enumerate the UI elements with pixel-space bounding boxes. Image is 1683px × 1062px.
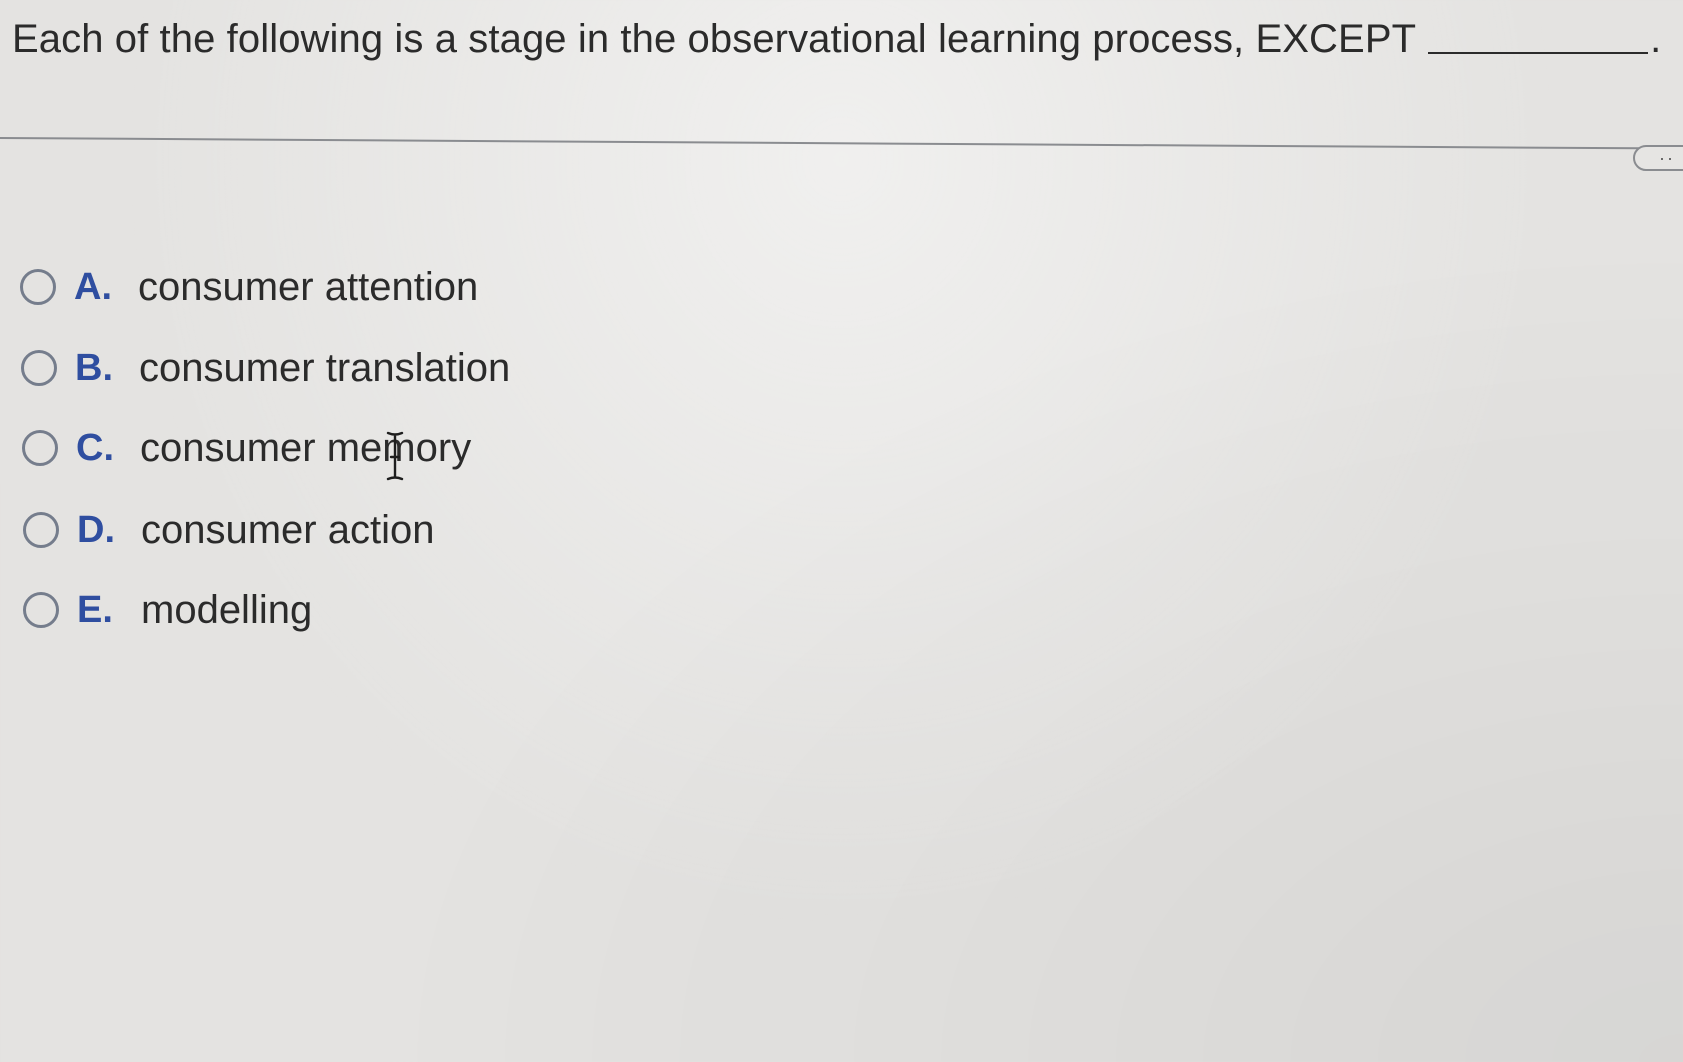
radio-button-b[interactable] [21,350,57,386]
question-text: Each of the following is a stage in the … [12,12,1661,64]
radio-button-c[interactable] [22,430,58,466]
question-prompt: Each of the following is a stage in the … [12,17,1417,61]
radio-button-a[interactable] [20,269,56,305]
question-period: . [1650,17,1662,61]
option-letter-a: A. [74,265,112,308]
option-letter-b: B. [75,346,113,389]
option-text-b[interactable]: consumer translation [139,346,510,391]
option-d[interactable]: D. consumer action [23,505,434,555]
option-text-c[interactable]: consumer memory [140,426,471,471]
option-letter-d: D. [77,508,115,551]
ellipsis-icon: ·· [1659,148,1675,168]
option-e[interactable]: E. modelling [23,585,312,635]
radio-button-d[interactable] [23,512,59,548]
option-text-a[interactable]: consumer attention [138,265,478,310]
divider [0,137,1640,150]
option-letter-c: C. [76,426,114,469]
answer-blank [1428,12,1649,54]
more-options-button[interactable]: ·· [1633,145,1683,171]
option-b[interactable]: B. consumer translation [21,343,510,393]
option-text-e[interactable]: modelling [141,588,312,633]
radio-button-e[interactable] [23,592,59,628]
option-a[interactable]: A. consumer attention [20,262,478,312]
option-text-d[interactable]: consumer action [141,508,434,553]
option-letter-e: E. [77,588,113,631]
i-beam-cursor-icon [386,431,404,481]
